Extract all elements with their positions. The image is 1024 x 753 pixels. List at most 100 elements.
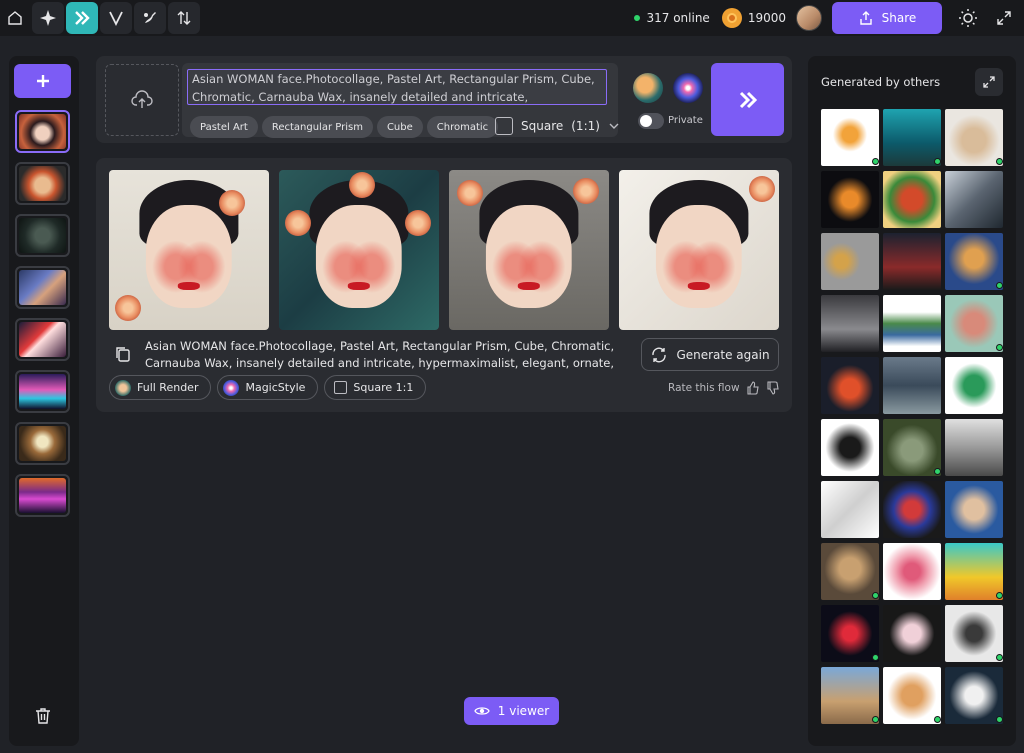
flow-icon[interactable] <box>66 2 98 34</box>
gallery-item[interactable] <box>945 171 1003 228</box>
user-avatar[interactable] <box>796 5 822 31</box>
copy-icon <box>116 347 130 362</box>
history-item[interactable] <box>15 162 70 205</box>
result-description: Asian WOMAN face.Photocollage, Pastel Ar… <box>145 339 615 370</box>
generated-image[interactable] <box>279 170 439 330</box>
aspect-ratio-value: (1:1) <box>571 119 600 133</box>
home-icon[interactable] <box>0 2 30 34</box>
history-item[interactable] <box>15 474 70 517</box>
fullscreen-icon <box>997 11 1011 25</box>
gallery-item[interactable] <box>821 171 879 228</box>
history-item[interactable] <box>15 318 70 361</box>
generated-image[interactable] <box>109 170 269 330</box>
delete-button[interactable] <box>33 706 53 726</box>
gallery-item[interactable] <box>883 295 941 352</box>
gallery-item[interactable] <box>821 109 879 166</box>
gallery-item[interactable] <box>883 419 941 476</box>
upload-cloud-icon <box>131 90 153 108</box>
generate-button[interactable] <box>711 63 784 136</box>
gallery-item[interactable] <box>883 109 941 166</box>
gallery-item[interactable] <box>821 419 879 476</box>
private-label: Private <box>668 115 703 126</box>
gallery-item[interactable] <box>821 481 879 538</box>
generated-image[interactable] <box>619 170 779 330</box>
prompt-input[interactable]: Asian WOMAN face.Photocollage, Pastel Ar… <box>187 69 607 105</box>
gallery-item[interactable] <box>945 109 1003 166</box>
tag-label: MagicStyle <box>245 381 306 394</box>
online-dot-icon <box>872 654 879 661</box>
gallery-item[interactable] <box>883 233 941 290</box>
gallery-item[interactable] <box>945 419 1003 476</box>
tag-label: Full Render <box>137 381 199 394</box>
online-dot-icon <box>872 716 879 723</box>
tag-full-render[interactable]: Full Render <box>109 375 212 400</box>
share-button[interactable]: Share <box>832 2 942 34</box>
render-avatar-icon <box>115 379 131 396</box>
gallery-item[interactable] <box>821 667 879 724</box>
prompt-chip[interactable]: Cube <box>376 116 423 138</box>
gallery-item[interactable] <box>821 233 879 290</box>
gallery-item[interactable] <box>883 667 941 724</box>
gallery-item[interactable] <box>945 543 1003 600</box>
coin-icon <box>721 8 742 28</box>
online-dot-icon <box>996 592 1003 599</box>
gallery-item[interactable] <box>821 543 879 600</box>
thumbs-up-icon[interactable] <box>746 381 760 395</box>
aspect-label: Square <box>521 119 564 133</box>
style-avatar-fox[interactable] <box>633 73 663 103</box>
generated-image[interactable] <box>449 170 609 330</box>
prompt-chip[interactable]: Pastel Art <box>190 116 258 138</box>
gallery-item[interactable] <box>883 605 941 662</box>
gallery-item[interactable] <box>883 543 941 600</box>
history-item[interactable] <box>15 422 70 465</box>
image-upload-button[interactable] <box>105 64 179 136</box>
online-dot-icon <box>996 654 1003 661</box>
private-toggle[interactable] <box>638 113 664 129</box>
gallery-item[interactable] <box>945 295 1003 352</box>
plus-icon <box>36 75 49 87</box>
magicstyle-icon <box>223 379 240 396</box>
fullscreen-button[interactable] <box>988 2 1020 34</box>
thumbs-down-icon[interactable] <box>766 381 780 395</box>
prompt-chip[interactable]: Chromatic <box>426 116 499 138</box>
gallery-item[interactable] <box>821 357 879 414</box>
v-icon[interactable] <box>100 2 132 34</box>
swap-icon[interactable] <box>168 2 200 34</box>
gallery-item[interactable] <box>883 481 941 538</box>
gallery-item[interactable] <box>821 295 879 352</box>
new-flow-button[interactable] <box>14 64 71 98</box>
tag-square[interactable]: Square 1:1 <box>324 375 427 400</box>
prompt-box: Asian WOMAN face.Photocollage, Pastel Ar… <box>182 63 620 138</box>
history-item[interactable] <box>15 266 70 309</box>
gallery-item[interactable] <box>945 481 1003 538</box>
sparkle-icon[interactable] <box>32 2 64 34</box>
chevron-down-icon <box>609 123 619 129</box>
prompt-chip[interactable]: Rectangular Prism <box>261 116 373 138</box>
gallery-item[interactable] <box>821 605 879 662</box>
history-item[interactable] <box>15 110 70 153</box>
gallery-expand-button[interactable] <box>975 68 1003 96</box>
gallery-item[interactable] <box>945 667 1003 724</box>
generate-again-button[interactable]: Generate again <box>641 338 779 371</box>
copy-button[interactable] <box>114 345 132 363</box>
theme-toggle[interactable] <box>952 2 984 34</box>
history-item[interactable] <box>15 370 70 413</box>
tag-magicstyle[interactable]: MagicStyle <box>217 375 319 400</box>
result-card: Asian WOMAN face.Photocollage, Pastel Ar… <box>96 158 792 412</box>
brush-icon[interactable] <box>134 2 166 34</box>
history-item[interactable] <box>15 214 70 257</box>
expand-icon <box>983 76 995 88</box>
style-avatar-firework[interactable] <box>673 73 703 103</box>
gallery-title: Generated by others <box>821 75 941 89</box>
history-sidebar <box>9 56 79 746</box>
gallery-item[interactable] <box>883 357 941 414</box>
gallery-item[interactable] <box>883 171 941 228</box>
gallery-item[interactable] <box>945 233 1003 290</box>
generate-again-label: Generate again <box>676 347 770 362</box>
online-dot-icon <box>872 158 879 165</box>
online-dot-icon <box>934 716 941 723</box>
gallery-item[interactable] <box>945 357 1003 414</box>
aspect-ratio-select[interactable]: Square (1:1) <box>495 117 620 135</box>
viewers-button[interactable]: 1 viewer <box>464 697 559 725</box>
gallery-item[interactable] <box>945 605 1003 662</box>
